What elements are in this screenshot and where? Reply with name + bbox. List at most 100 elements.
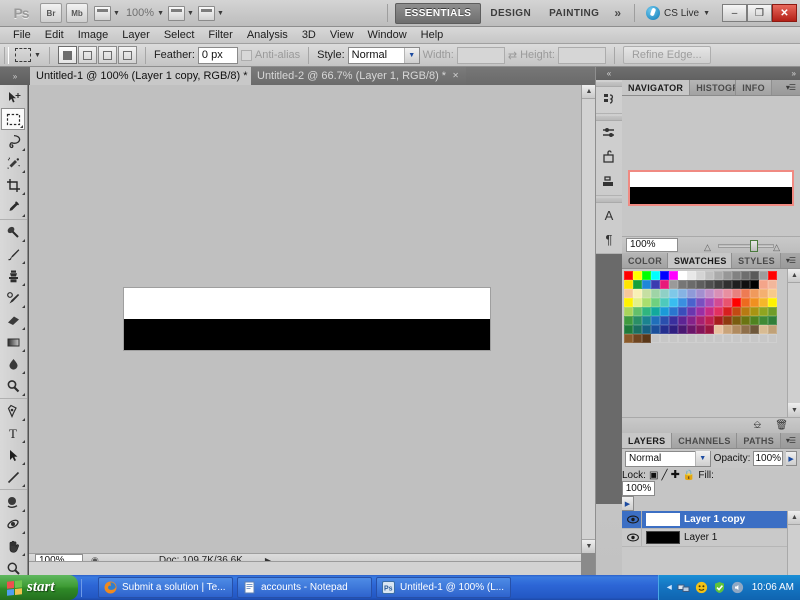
tab-navigator[interactable]: NAVIGATOR	[622, 80, 691, 95]
color-swatch[interactable]	[723, 271, 732, 280]
scroll-up-icon-layers[interactable]: ▲	[788, 511, 800, 525]
color-swatch[interactable]	[768, 289, 777, 298]
color-swatch[interactable]	[624, 307, 633, 316]
color-swatch[interactable]	[741, 298, 750, 307]
crop-tool[interactable]	[0, 174, 26, 196]
document-tab-untitled-1[interactable]: Untitled-1 @ 100% (Layer 1 copy, RGB/8) …	[30, 67, 268, 85]
color-swatch[interactable]	[768, 307, 777, 316]
layer-thumbnail[interactable]	[646, 513, 680, 526]
zoom-slider-handle[interactable]	[750, 240, 758, 252]
color-swatch[interactable]	[687, 280, 696, 289]
menu-filter[interactable]: Filter	[201, 28, 239, 42]
color-swatch[interactable]	[759, 316, 768, 325]
menu-help[interactable]: Help	[414, 28, 451, 42]
color-swatch[interactable]	[723, 307, 732, 316]
menu-edit[interactable]: Edit	[38, 28, 71, 42]
color-swatch[interactable]	[633, 316, 642, 325]
bridge-icon[interactable]: Br	[40, 3, 62, 23]
color-swatch[interactable]	[732, 271, 741, 280]
taskbar-item-notepad[interactable]: accounts - Notepad	[237, 577, 372, 598]
color-swatch[interactable]	[624, 271, 633, 280]
color-swatch[interactable]	[624, 298, 633, 307]
menu-view[interactable]: View	[323, 28, 361, 42]
color-swatch[interactable]	[741, 271, 750, 280]
canvas-horizontal-scrollbar[interactable]	[29, 561, 581, 575]
type-tool[interactable]: T	[0, 422, 26, 444]
color-swatch[interactable]	[642, 289, 651, 298]
eyedropper-tool[interactable]	[0, 196, 26, 218]
refine-edge-button[interactable]: Refine Edge...	[622, 46, 711, 64]
color-swatch[interactable]	[741, 280, 750, 289]
color-swatch[interactable]	[651, 307, 660, 316]
color-swatch[interactable]	[732, 316, 741, 325]
canvas-vertical-scrollbar[interactable]: ▲ ▼	[581, 85, 596, 553]
color-swatch[interactable]	[750, 307, 759, 316]
tab-histogram[interactable]: HISTOGRAM	[690, 80, 737, 95]
fill-stepper[interactable]: ▶	[622, 496, 634, 511]
view-extras-button[interactable]: ▼	[94, 3, 120, 23]
color-swatch[interactable]	[660, 316, 669, 325]
color-swatch[interactable]	[687, 298, 696, 307]
color-swatch[interactable]	[741, 316, 750, 325]
color-swatch[interactable]	[660, 289, 669, 298]
options-bar-grip[interactable]	[4, 46, 9, 64]
scroll-up-icon-swatches[interactable]: ▲	[788, 269, 800, 283]
color-swatch[interactable]	[696, 316, 705, 325]
clone-stamp-tool[interactable]	[0, 265, 26, 287]
start-button[interactable]: start	[0, 575, 78, 600]
color-swatch[interactable]	[723, 325, 732, 334]
color-swatch[interactable]	[759, 280, 768, 289]
color-swatch[interactable]	[642, 298, 651, 307]
masks-panel-icon[interactable]	[596, 145, 622, 169]
subtract-from-selection-button[interactable]	[97, 46, 117, 64]
color-swatch[interactable]	[624, 316, 633, 325]
color-swatch[interactable]	[678, 316, 687, 325]
taskbar-item-photoshop[interactable]: Ps Untitled-1 @ 100% (L...	[376, 577, 511, 598]
color-swatch[interactable]	[714, 289, 723, 298]
color-swatch[interactable]	[768, 316, 777, 325]
color-swatch[interactable]	[651, 280, 660, 289]
color-swatch[interactable]	[651, 298, 660, 307]
swatch-grid[interactable]	[622, 269, 800, 343]
new-swatch-icon[interactable]: ⎒	[753, 420, 761, 431]
spot-healing-brush-tool[interactable]	[0, 221, 26, 243]
color-swatch[interactable]	[687, 325, 696, 334]
color-swatch[interactable]	[705, 316, 714, 325]
navigator-preview[interactable]	[622, 96, 800, 236]
color-swatch[interactable]	[750, 298, 759, 307]
color-swatch[interactable]	[633, 271, 642, 280]
history-brush-tool[interactable]	[0, 287, 26, 309]
tab-layers[interactable]: LAYERS	[622, 433, 673, 448]
color-swatch[interactable]	[642, 280, 651, 289]
intersect-selection-button[interactable]	[117, 46, 137, 64]
color-swatch[interactable]	[714, 307, 723, 316]
color-swatch[interactable]	[687, 307, 696, 316]
color-swatch[interactable]	[660, 271, 669, 280]
color-swatch[interactable]	[768, 298, 777, 307]
swatches-scrollbar[interactable]: ▲ ▼	[787, 269, 800, 417]
color-swatch[interactable]	[750, 280, 759, 289]
color-swatch[interactable]	[759, 325, 768, 334]
dodge-tool[interactable]	[0, 375, 26, 397]
3d-orbit-camera-tool[interactable]	[0, 513, 26, 535]
color-swatch[interactable]	[642, 334, 651, 343]
color-swatch[interactable]	[705, 280, 714, 289]
color-swatch[interactable]	[696, 280, 705, 289]
color-swatch[interactable]	[705, 289, 714, 298]
swatches-panel-menu-icon[interactable]: ▾☰	[781, 253, 800, 268]
tab-paths[interactable]: PATHS	[737, 433, 781, 448]
color-swatch[interactable]	[723, 280, 732, 289]
menu-3d[interactable]: 3D	[295, 28, 323, 42]
expand-panels-icon[interactable]: «	[596, 67, 622, 80]
color-swatch[interactable]	[750, 271, 759, 280]
rectangular-marquee-tool[interactable]	[1, 108, 25, 130]
color-swatch[interactable]	[714, 325, 723, 334]
tab-info[interactable]: INFO	[736, 80, 772, 95]
swap-dimensions-icon[interactable]: ⇄	[508, 49, 517, 62]
add-to-selection-button[interactable]	[77, 46, 97, 64]
layer-visibility-icon[interactable]	[624, 511, 642, 528]
color-swatch[interactable]	[759, 271, 768, 280]
gradient-tool[interactable]	[0, 331, 26, 353]
color-swatch[interactable]	[705, 325, 714, 334]
style-select[interactable]: Normal ▼	[347, 46, 420, 64]
